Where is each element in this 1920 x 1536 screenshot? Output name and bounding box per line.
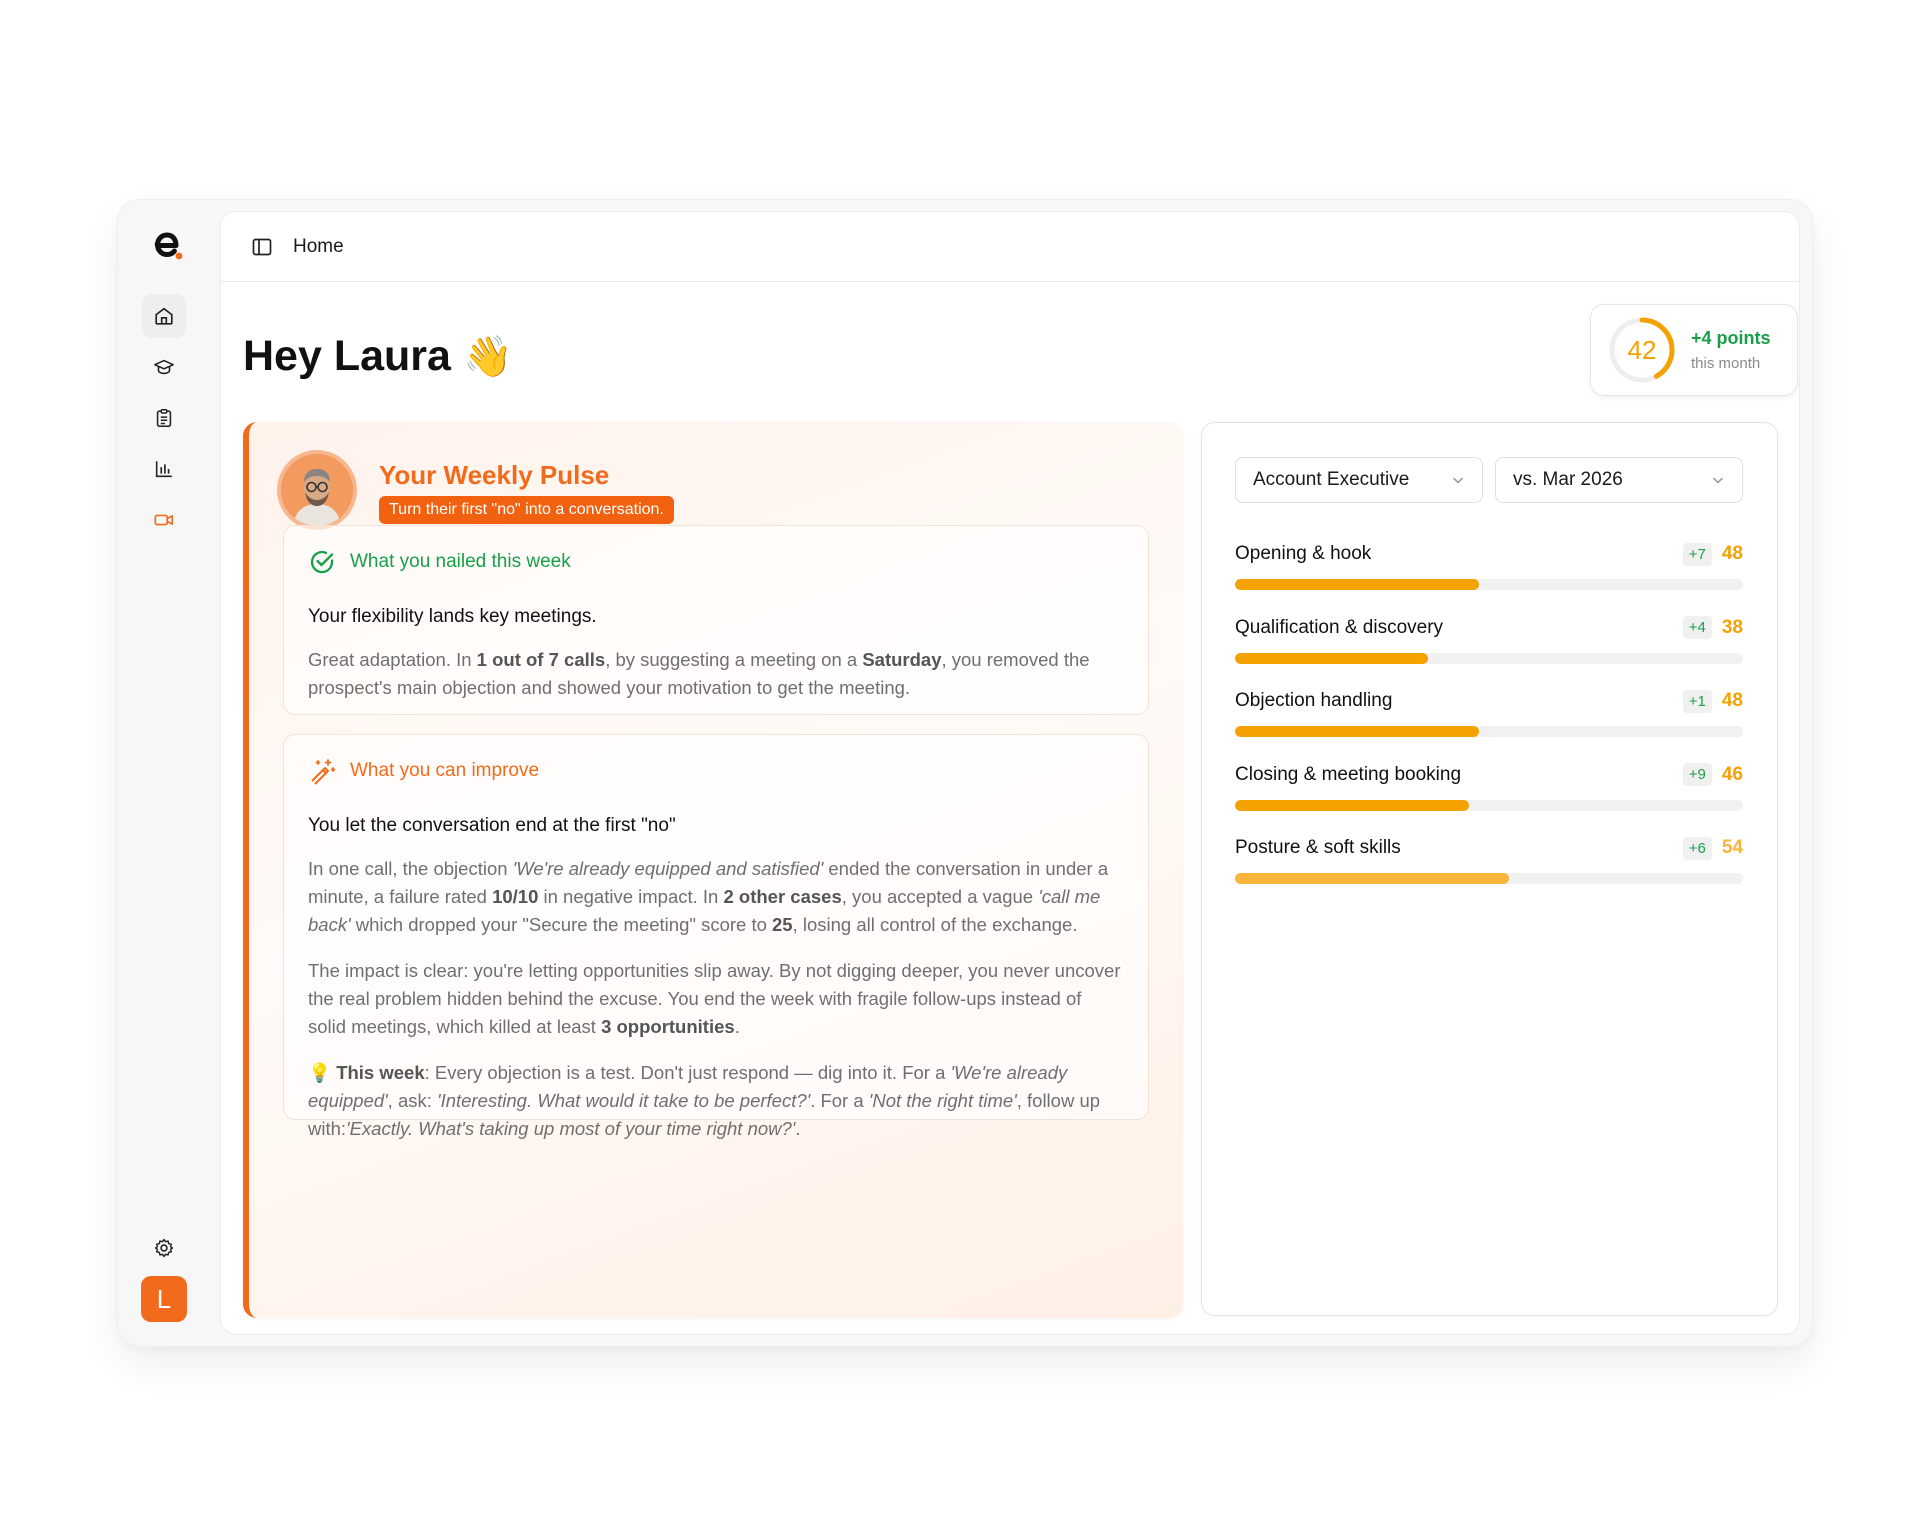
score-ring: 42 [1607,315,1677,385]
nav-analytics[interactable] [142,447,186,491]
chevron-down-icon [1452,477,1464,484]
skills-panel: Account Executive vs. Mar 2026 Opening &… [1201,422,1778,1316]
clipboard-icon [156,409,172,428]
skill-name: Closing & meeting booking [1235,763,1462,785]
skill-delta-badge: +9 [1682,763,1712,786]
skill-score: 48 [1721,690,1743,711]
nav-learning[interactable] [142,345,186,389]
role-select[interactable]: Account Executive [1235,457,1483,503]
skill-score: 48 [1721,543,1743,564]
skill-progress-track [1235,652,1743,664]
skill-progress-track [1235,579,1743,590]
greeting-text: Hey Laura [243,332,451,380]
gear-icon [154,1238,174,1258]
video-camera-icon [154,514,174,526]
nailed-heading: What you nailed this week [350,551,571,572]
skill-name: Qualification & discovery [1235,616,1444,638]
nav-calls[interactable] [142,498,186,542]
skill-score: 46 [1721,763,1743,785]
app-window: L Home Hey Laura 👋 42 +4 points this mon… [118,200,1812,1346]
score-delta: +4 points [1691,328,1771,348]
skill-delta-badge: +6 [1682,836,1712,860]
skill-delta-badge: +7 [1682,542,1712,566]
skill-row[interactable]: Objection handling +1 48 [1235,686,1743,737]
skill-delta-badge: +1 [1682,689,1712,713]
skill-progress-track [1235,799,1743,811]
compare-select-value: vs. Mar 2026 [1513,469,1623,490]
skill-score: 54 [1721,837,1743,858]
settings-button[interactable] [142,1226,186,1270]
pulse-tagline: Turn their first "no" into a conversatio… [379,496,674,524]
skill-progress-fill [1235,799,1469,811]
improve-paragraph-2: The impact is clear: you're letting oppo… [308,960,1121,1037]
improve-paragraph-3: 💡 This week: Every objection is a test. … [308,1062,1101,1139]
chevron-down-icon [1712,477,1724,484]
skill-row[interactable]: Closing & meeting booking +9 46 [1235,760,1743,811]
improve-paragraph-1: In one call, the objection 'We're alread… [308,858,1109,935]
improve-card: What you can improve You let the convers… [283,734,1149,1139]
skill-progress-fill [1235,579,1479,590]
nav-tasks[interactable] [142,396,186,440]
compare-select[interactable]: vs. Mar 2026 [1495,457,1743,503]
role-select-value: Account Executive [1253,469,1410,490]
pulse-title: Your Weekly Pulse [379,460,610,490]
skill-row[interactable]: Qualification & discovery +4 38 [1235,613,1743,664]
skill-delta-badge: +4 [1682,616,1712,639]
score-period: this month [1691,355,1761,372]
score-card[interactable]: 42 +4 points this month [1590,304,1798,396]
breadcrumb: Home [293,235,344,257]
improve-title: You let the conversation end at the firs… [308,815,676,836]
home-icon [155,307,173,325]
magic-wand-icon [311,759,336,785]
nailed-title: Your flexibility lands key meetings. [308,606,597,627]
app-logo[interactable] [150,228,184,262]
score-value: 42 [1627,334,1657,365]
improve-heading: What you can improve [350,760,540,781]
bar-chart-icon [155,461,172,478]
skill-progress-fill [1235,873,1510,884]
weekly-pulse-panel: Your Weekly Pulse Turn their first "no" … [243,422,1183,1318]
skill-row[interactable]: Posture & soft skills +6 54 [1235,833,1743,884]
check-circle-icon [310,550,334,574]
nav-home[interactable] [142,294,186,338]
graduation-cap-icon [154,359,174,375]
page-title: Hey Laura 👋 [243,332,513,381]
skill-name: Opening & hook [1235,543,1372,564]
nailed-card: What you nailed this week Your flexibili… [283,525,1149,715]
skill-row[interactable]: Opening & hook +7 48 [1235,539,1743,590]
skill-progress-fill [1235,652,1429,664]
main-panel: Home Hey Laura 👋 42 +4 points this month [220,211,1800,1335]
coach-avatar [277,450,357,530]
skill-name: Posture & soft skills [1235,837,1401,858]
nailed-body: Great adaptation. In 1 out of 7 calls, b… [308,649,1090,698]
skill-name: Objection handling [1235,690,1393,711]
sidebar: L [118,200,218,1346]
topbar: Home [221,212,1799,282]
skill-progress-track [1235,726,1743,737]
user-avatar[interactable]: L [141,1276,187,1322]
wave-emoji: 👋 [462,335,513,379]
skill-progress-track [1235,873,1743,884]
skill-score: 38 [1721,616,1743,638]
sidebar-toggle-icon[interactable] [251,236,273,258]
skill-progress-fill [1235,726,1479,737]
